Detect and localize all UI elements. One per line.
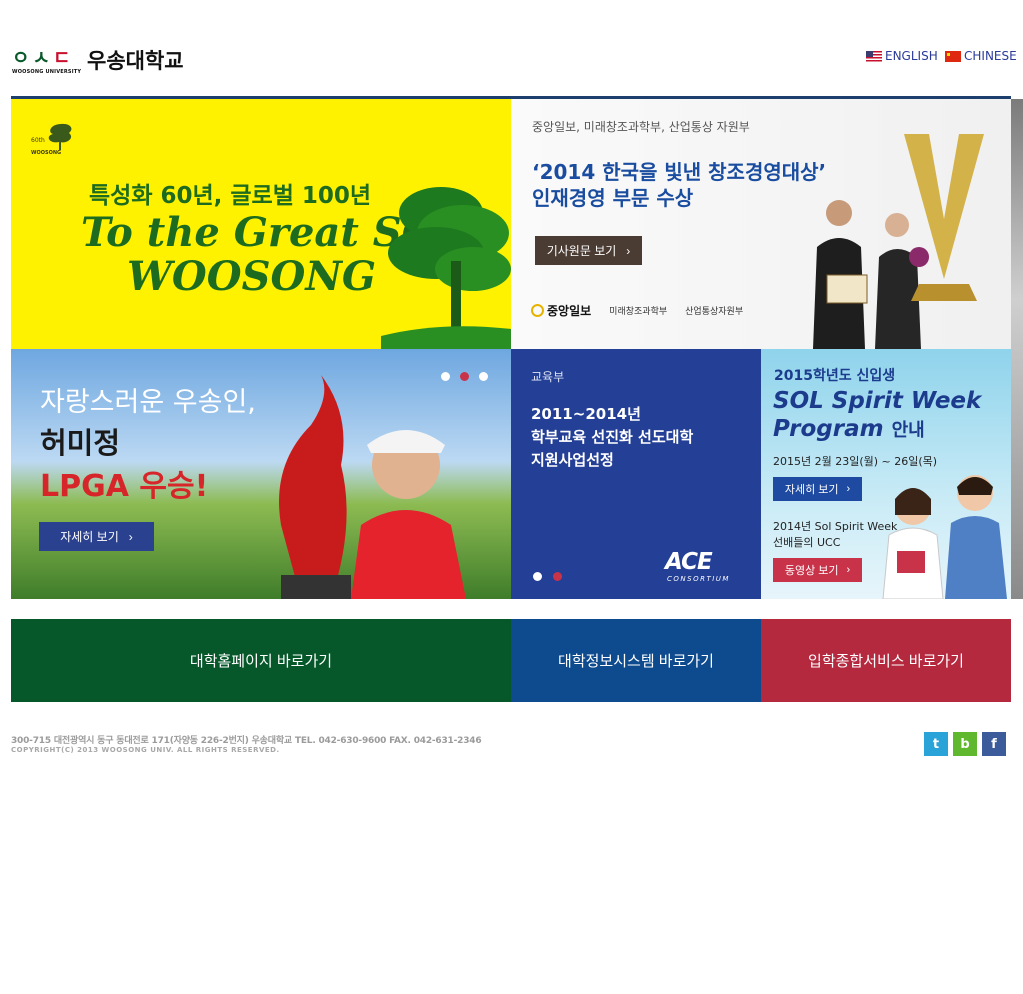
sol-detail-button[interactable]: 자세히 보기 ›: [773, 477, 862, 501]
banner-golf[interactable]: 자랑스러운 우송인, 허미정 LPGA 우승! 자세히 보기 ›: [11, 349, 511, 599]
homepage-label: 대학홈페이지 바로가기: [189, 653, 333, 670]
award-title-line2: 인재경영 부문 수상: [532, 186, 694, 210]
ace-line3: 지원사업선정: [531, 451, 614, 469]
golf-line3: LPGA 우승!: [40, 469, 209, 504]
award-title: ‘2014 한국을 빛낸 창조경영대상’ 인재경영 부문 수상: [532, 159, 826, 211]
badge-line2: WOOSONG: [31, 150, 61, 156]
golfer-illustration: [279, 375, 466, 599]
read-article-label: 기사원문 보기: [546, 244, 617, 258]
cn-flag-icon: [945, 50, 961, 62]
chevron-right-icon: ›: [128, 529, 133, 544]
banner-ace[interactable]: 교육부 2011~2014년 학부교육 선진화 선도대학 지원사업선정 ACE …: [511, 349, 761, 599]
blog-icon[interactable]: b: [953, 732, 977, 756]
chevron-right-icon: ›: [626, 243, 631, 258]
banner-sol-week[interactable]: 2015학년도 신입생 SOL Spirit Week Program 안내 2…: [761, 349, 1011, 599]
golf-line1: 자랑스러운 우송인,: [40, 387, 256, 418]
chinese-label: CHINESE: [964, 49, 1017, 63]
sol-ucc-line2: 선배들의 UCC: [773, 536, 841, 549]
chevron-right-icon: ›: [846, 564, 851, 576]
footer-copyright: COPYRIGHT(C) 2013 WOOSONG UNIV. ALL RIGH…: [11, 746, 280, 754]
ace-dot-1[interactable]: [533, 572, 542, 581]
golf-detail-label: 자세히 보기: [60, 530, 119, 544]
sol-title-suffix: 안내: [891, 420, 925, 441]
slider-dot-3[interactable]: [479, 372, 488, 381]
ace-consortium-logo: ACE CONSORTIUM: [665, 549, 730, 583]
sol-detail-label: 자세히 보기: [784, 484, 839, 496]
ace-body: 2011~2014년 학부교육 선진화 선도대학 지원사업선정: [531, 403, 693, 472]
anniversary-headline: 특성화 60년, 글로벌 100년: [89, 183, 372, 209]
sol-title-line2: Program 안내: [773, 416, 925, 442]
award-sponsors: 중앙일보, 미래창조과학부, 산업통상 자원부: [532, 120, 750, 134]
golf-line2: 허미정: [40, 426, 121, 460]
tree-illustration: [381, 187, 511, 349]
sol-video-label: 동영상 보기: [784, 565, 839, 577]
slider-dots: [441, 372, 488, 381]
sol-date: 2015년 2월 23일(월) ~ 26일(목): [773, 455, 938, 468]
footer-address: 300-715 대전광역시 동구 동대전로 171(자양동 226-2번지) 우…: [11, 736, 482, 746]
chevron-right-icon: ›: [846, 483, 851, 495]
trophy-icon: [904, 134, 984, 301]
slider-dot-1[interactable]: [441, 372, 450, 381]
logo-glyph-1: ㅇ: [12, 47, 30, 69]
joongang-logo: 중앙일보: [531, 302, 591, 319]
english-label: ENGLISH: [885, 49, 938, 63]
info-system-button[interactable]: 대학정보시스템 바로가기: [511, 619, 761, 702]
page: ㅇ ㅅ ㄷ WOOSONG UNIVERSITY 우송대학교 ENGLISH C…: [0, 0, 1023, 994]
banner-award[interactable]: 중앙일보, 미래창조과학부, 산업통상 자원부 ‘2014 한국을 빛낸 창조경…: [511, 99, 1011, 349]
english-link[interactable]: ENGLISH: [866, 49, 938, 63]
badge-line1: 60th: [31, 137, 45, 144]
admission-label: 입학종합서비스 바로가기: [808, 653, 964, 670]
chinese-link[interactable]: CHINESE: [945, 49, 1017, 63]
ace-line2: 학부교육 선진화 선도대학: [531, 428, 694, 446]
logo-glyph-2: ㅅ: [32, 47, 50, 69]
logo-subtitle: WOOSONG UNIVERSITY: [12, 69, 82, 75]
twitter-icon[interactable]: t: [924, 732, 948, 756]
logo-glyph-3: ㄷ: [52, 47, 71, 69]
university-homepage-button[interactable]: 대학홈페이지 바로가기: [11, 619, 511, 702]
logo-name: 우송대학교: [87, 49, 184, 73]
read-article-button[interactable]: 기사원문 보기 ›: [535, 236, 642, 265]
university-logo[interactable]: ㅇ ㅅ ㄷ WOOSONG UNIVERSITY 우송대학교: [12, 48, 184, 78]
banner-anniversary[interactable]: 60th WOOSONG 특성화 60년, 글로벌 100년 To the Gr…: [11, 99, 511, 349]
info-system-label: 대학정보시스템 바로가기: [558, 653, 714, 670]
ace-ministry: 교육부: [531, 370, 565, 384]
sol-video-button[interactable]: 동영상 보기 ›: [773, 558, 862, 582]
sol-line1: 2015학년도 신입생: [774, 368, 896, 384]
sponsor-logos: 중앙일보 미래창조과학부 산업통상자원부: [531, 302, 743, 319]
sol-title-line1: SOL Spirit Week: [773, 388, 982, 414]
us-flag-icon: [866, 50, 882, 62]
facebook-icon[interactable]: f: [982, 732, 1006, 756]
msip-logo: 미래창조과학부: [609, 307, 668, 317]
ace-slider-dots: [533, 572, 562, 581]
background-strip: [1011, 99, 1023, 599]
sol-ucc-line1: 2014년 Sol Spirit Week: [773, 520, 898, 533]
motie-logo: 산업통상자원부: [685, 307, 744, 317]
sol-title: SOL Spirit Week Program 안내: [773, 387, 981, 445]
ace-line1: 2011~2014년: [531, 405, 641, 423]
anniversary-badge-icon: 60th WOOSONG: [31, 123, 72, 156]
golf-detail-button[interactable]: 자세히 보기 ›: [39, 522, 154, 551]
ace-dot-2[interactable]: [553, 572, 562, 581]
award-title-line1: ‘2014 한국을 빛낸 창조경영대상’: [532, 160, 827, 184]
sol-ucc: 2014년 Sol Spirit Week 선배들의 UCC: [773, 519, 897, 551]
slider-dot-2[interactable]: [460, 372, 469, 381]
logo-mark: ㅇ ㅅ ㄷ WOOSONG UNIVERSITY: [12, 47, 81, 78]
admission-service-button[interactable]: 입학종합서비스 바로가기: [761, 619, 1011, 702]
